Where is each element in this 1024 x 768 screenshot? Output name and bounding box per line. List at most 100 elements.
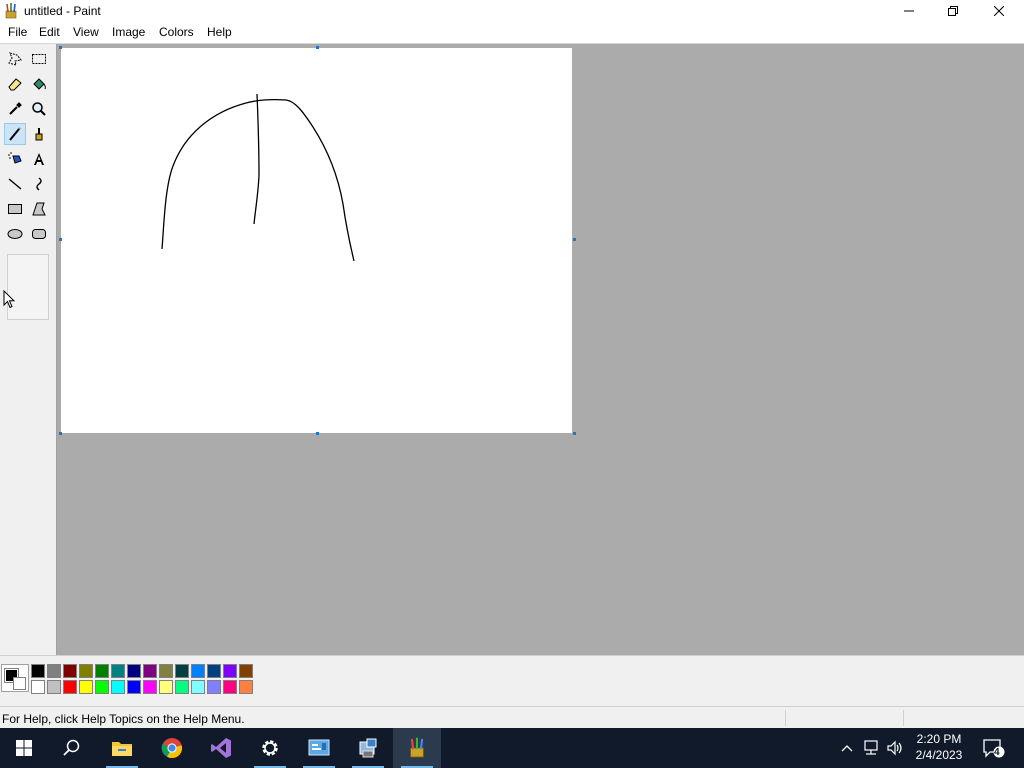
- volume-button[interactable]: [884, 728, 906, 768]
- palette-swatch[interactable]: [63, 664, 77, 678]
- minimize-button[interactable]: [886, 0, 932, 22]
- palette-swatch[interactable]: [175, 680, 189, 694]
- taskbar-settings[interactable]: [246, 728, 294, 768]
- taskbar-chrome[interactable]: [148, 728, 196, 768]
- rounded-rectangle-icon: [32, 229, 46, 239]
- tool-curve[interactable]: [28, 173, 50, 195]
- file-explorer-icon: [112, 742, 132, 756]
- search-button[interactable]: [48, 728, 96, 768]
- tool-magnifier[interactable]: [28, 98, 50, 120]
- taskbar-visual-studio[interactable]: [197, 728, 245, 768]
- palette-swatch[interactable]: [223, 664, 237, 678]
- menu-edit[interactable]: Edit: [39, 25, 60, 39]
- device-manager-icon: [359, 738, 377, 758]
- status-bar: For Help, click Help Topics on the Help …: [0, 706, 1024, 729]
- palette-swatch[interactable]: [191, 664, 205, 678]
- menu-view[interactable]: View: [73, 25, 99, 39]
- palette-swatch[interactable]: [95, 680, 109, 694]
- palette-swatch[interactable]: [127, 680, 141, 694]
- palette-swatch[interactable]: [31, 664, 45, 678]
- title-bar: untitled - Paint: [0, 0, 1024, 22]
- tool-text[interactable]: [28, 148, 50, 170]
- volume-icon: [887, 740, 902, 756]
- taskbar-device-manager[interactable]: [344, 728, 392, 768]
- palette-swatch[interactable]: [47, 664, 61, 678]
- network-button[interactable]: [860, 728, 882, 768]
- start-button[interactable]: [0, 728, 48, 768]
- palette-swatch[interactable]: [127, 664, 141, 678]
- palette-swatch[interactable]: [207, 680, 221, 694]
- text-icon: [34, 153, 44, 165]
- resize-handle: [59, 238, 62, 241]
- tool-line[interactable]: [4, 173, 26, 195]
- palette-swatch[interactable]: [79, 680, 93, 694]
- network-icon: [864, 740, 878, 755]
- tool-airbrush[interactable]: [4, 148, 26, 170]
- tool-fill[interactable]: [28, 73, 50, 95]
- palette-swatch[interactable]: [239, 664, 253, 678]
- menu-colors[interactable]: Colors: [159, 25, 194, 39]
- palette-swatch[interactable]: [223, 680, 237, 694]
- palette-swatch[interactable]: [175, 664, 189, 678]
- pencil-icon: [9, 127, 21, 141]
- status-help-text: For Help, click Help Topics on the Help …: [2, 712, 245, 726]
- taskbar-file-explorer[interactable]: [98, 728, 146, 768]
- eraser-icon: [8, 78, 22, 91]
- airbrush-icon: [8, 152, 22, 164]
- menu-image[interactable]: Image: [112, 25, 145, 39]
- clock-date: 2/4/2023: [915, 748, 963, 762]
- resize-handle-bottom[interactable]: [316, 432, 319, 435]
- free-form-select-icon: [8, 52, 22, 66]
- palette-swatch[interactable]: [31, 680, 45, 694]
- menu-file[interactable]: File: [8, 25, 27, 39]
- taskbar-paint[interactable]: [393, 728, 441, 768]
- drawing-canvas[interactable]: [61, 48, 572, 433]
- tool-rectangle[interactable]: [4, 198, 26, 220]
- tool-eraser[interactable]: [4, 73, 26, 95]
- resize-handle: [59, 46, 62, 49]
- windows-start-icon: [16, 740, 32, 756]
- tool-pick-color[interactable]: [4, 98, 26, 120]
- rectangle-icon: [8, 204, 22, 214]
- palette-swatch[interactable]: [159, 664, 173, 678]
- show-hidden-icons-button[interactable]: [837, 728, 857, 768]
- palette-swatch[interactable]: [47, 680, 61, 694]
- taskbar-clock[interactable]: 2:20 PM 2/4/2023: [906, 731, 972, 763]
- palette-swatch[interactable]: [143, 664, 157, 678]
- curve-icon: [36, 177, 42, 191]
- palette-swatch[interactable]: [239, 680, 253, 694]
- palette-swatch[interactable]: [79, 664, 93, 678]
- palette-swatch[interactable]: [95, 664, 109, 678]
- close-icon: [994, 6, 1004, 16]
- restore-button[interactable]: [930, 0, 976, 22]
- resize-handle-corner[interactable]: [573, 432, 576, 435]
- palette-swatch[interactable]: [111, 664, 125, 678]
- tool-ellipse[interactable]: [4, 223, 26, 245]
- background-color: [13, 677, 26, 690]
- action-center-button[interactable]: 4: [978, 728, 1008, 768]
- palette-swatch[interactable]: [143, 680, 157, 694]
- toolbox: [0, 44, 57, 655]
- window-title: untitled - Paint: [24, 4, 101, 18]
- palette-swatch[interactable]: [207, 664, 221, 678]
- tool-polygon[interactable]: [28, 198, 50, 220]
- palette-swatch[interactable]: [191, 680, 205, 694]
- palette-swatch[interactable]: [63, 680, 77, 694]
- tool-options-box[interactable]: [7, 254, 49, 320]
- current-colors[interactable]: [1, 664, 29, 692]
- close-button[interactable]: [976, 0, 1022, 22]
- mouse-cursor-icon: [3, 290, 15, 309]
- polygon-icon: [32, 202, 46, 216]
- tool-free-form-select[interactable]: [4, 48, 26, 70]
- menu-bar: File Edit View Image Colors Help: [0, 22, 1024, 43]
- resize-handle-right[interactable]: [573, 238, 576, 241]
- palette-swatch[interactable]: [159, 680, 173, 694]
- tool-brush[interactable]: [28, 123, 50, 145]
- tool-select[interactable]: [28, 48, 50, 70]
- tool-rounded-rectangle[interactable]: [28, 223, 50, 245]
- line-icon: [8, 178, 22, 190]
- tool-pencil[interactable]: [4, 123, 26, 145]
- menu-help[interactable]: Help: [207, 25, 232, 39]
- palette-swatch[interactable]: [111, 680, 125, 694]
- taskbar-control-panel[interactable]: [295, 728, 343, 768]
